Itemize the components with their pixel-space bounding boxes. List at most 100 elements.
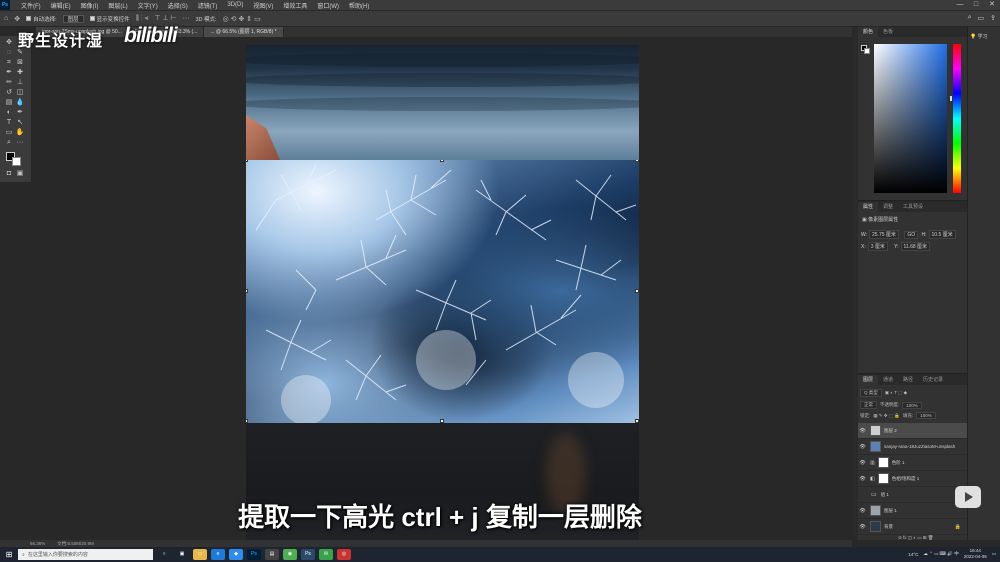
wechat-icon[interactable]: ✉	[319, 549, 333, 560]
3d-mode-icons[interactable]: ◎ ⟲ ✥ ⇕ ▭	[223, 15, 261, 23]
eye-icon[interactable]: 👁	[858, 476, 867, 482]
workspace-icon[interactable]: ▭	[978, 14, 985, 22]
h-field[interactable]: 10.5 厘米	[928, 230, 956, 239]
menu-layer[interactable]: 图层(L)	[103, 1, 132, 10]
history-brush-icon[interactable]: ↺	[4, 88, 14, 98]
doc-tab-3[interactable]: ... @ 66.5% (图层 1, RGB/8) *	[204, 27, 284, 37]
windows-start-icon[interactable]: ⊞	[0, 550, 18, 559]
tab-swatches[interactable]: 色板	[878, 27, 898, 37]
gradient-tool-icon[interactable]: ▤	[4, 98, 14, 108]
eraser-tool-icon[interactable]: ◫	[15, 88, 25, 98]
tab-layers[interactable]: 图层	[858, 375, 879, 385]
dodge-tool-icon[interactable]: ◐	[4, 108, 14, 118]
healing-brush-icon[interactable]: ✚	[15, 68, 25, 78]
eye-icon[interactable]: 👁	[858, 428, 867, 434]
frame-tool-icon[interactable]: ⊠	[15, 58, 25, 68]
tab-adjustments[interactable]: 调整	[878, 202, 898, 212]
fill-field[interactable]: 100%	[916, 412, 936, 419]
more-tools-icon[interactable]: ···	[15, 138, 25, 148]
menu-3d[interactable]: 3D(D)	[222, 2, 248, 8]
layer-row[interactable]: 👁 sanjay-rana-18JuzZiasoM-unsplash	[858, 439, 967, 455]
eyedropper-tool-icon[interactable]: ✒	[4, 68, 14, 78]
color-field[interactable]	[874, 44, 947, 193]
search-icon[interactable]: ⌕	[968, 14, 972, 22]
layer-row[interactable]: 👁 图层 2	[858, 423, 967, 439]
transform-handle[interactable]	[635, 289, 639, 293]
rectangle-tool-icon[interactable]: ▭	[4, 128, 14, 138]
layer-row[interactable]: 👁 ▥ 色阶 1	[858, 455, 967, 471]
close-button[interactable]: ✕	[984, 0, 1000, 10]
transform-handle[interactable]	[246, 289, 248, 293]
blend-mode-dropdown[interactable]: 正常	[860, 401, 877, 409]
more-options-icon[interactable]: ···	[183, 15, 190, 22]
auto-select-checkbox[interactable]: 自动选择:	[26, 15, 57, 23]
app-icon[interactable]: ◆	[229, 549, 243, 560]
app-icon[interactable]: ◎	[337, 549, 351, 560]
menu-help[interactable]: 帮助(H)	[344, 1, 374, 10]
menu-file[interactable]: 文件(F)	[16, 1, 46, 10]
move-tool-icon[interactable]: ✥	[14, 15, 20, 23]
menu-plugins[interactable]: 增效工具	[278, 1, 312, 10]
layer-filter-dropdown[interactable]: Q 类型	[860, 389, 882, 397]
layer-row[interactable]: 👁 背景 🔒	[858, 519, 967, 535]
tab-tool-presets[interactable]: 工具预设	[898, 202, 928, 212]
menu-filter[interactable]: 滤镜(T)	[193, 1, 223, 10]
layer-row[interactable]: ▭ 组 1	[858, 487, 967, 503]
photoshop-taskbar-icon-2[interactable]: Ps	[301, 549, 315, 560]
brush-tool-icon[interactable]: ✏	[4, 78, 14, 88]
quick-mask-icon[interactable]: ◘	[4, 169, 14, 179]
zoom-tool-icon[interactable]: ⌕	[4, 138, 14, 148]
type-tool-icon[interactable]: T	[4, 118, 14, 128]
tab-channels[interactable]: 通道	[878, 375, 898, 385]
app-icon[interactable]: ▤	[265, 549, 279, 560]
x-field[interactable]: 3 厘米	[867, 242, 888, 251]
edge-icon[interactable]: e	[211, 549, 225, 560]
eye-icon[interactable]: 👁	[858, 508, 867, 514]
transform-handle[interactable]	[635, 160, 639, 162]
menu-image[interactable]: 图像(I)	[76, 1, 104, 10]
share-icon[interactable]: ⇪	[990, 14, 996, 22]
pen-tool-icon[interactable]: ✒	[15, 108, 25, 118]
w-field[interactable]: 25.75 厘米	[869, 230, 899, 239]
maximize-button[interactable]: □	[968, 0, 984, 10]
transform-handle[interactable]	[246, 160, 248, 162]
zoom-level[interactable]: 66.36%	[30, 541, 45, 546]
align-icons[interactable]: ⫼ ⫶ ⫷ ⊤ ⊥ ⊢	[136, 14, 177, 23]
tab-color[interactable]: 颜色	[858, 27, 879, 37]
menu-select[interactable]: 选择(S)	[163, 1, 193, 10]
blur-tool-icon[interactable]: 💧	[15, 98, 25, 108]
lock-icons[interactable]: ▦ ✎ ✥ ⬚ 🔒	[873, 413, 900, 419]
screen-mode-icon[interactable]: ▣	[15, 169, 25, 179]
notification-icon[interactable]: ▭	[992, 551, 996, 557]
canvas-image-frost[interactable]	[246, 160, 639, 423]
filter-icons[interactable]: ▣ ◐ T ⬚ ◆	[885, 390, 907, 396]
file-explorer-icon[interactable]: ▭	[193, 549, 207, 560]
eye-icon[interactable]: 👁	[858, 444, 867, 450]
hand-tool-icon[interactable]: ✋	[15, 128, 25, 138]
minimize-button[interactable]: —	[952, 0, 968, 10]
home-icon[interactable]: ⌂	[4, 15, 8, 22]
menu-view[interactable]: 视图(V)	[248, 1, 278, 10]
menu-window[interactable]: 窗口(W)	[312, 1, 344, 10]
stamp-tool-icon[interactable]: ⊥	[15, 78, 25, 88]
learn-button[interactable]: 💡 学习	[970, 33, 988, 40]
link-toggle[interactable]: GO	[904, 231, 919, 239]
tray-icons[interactable]: ☁ ⌃ ▭ ⌨ 🔊 中	[923, 551, 958, 557]
eye-icon[interactable]: 👁	[858, 460, 867, 466]
hue-slider[interactable]	[953, 44, 961, 193]
eye-icon[interactable]: 👁	[858, 524, 867, 530]
taskbar-search-box[interactable]: ⌕ 在这里输入你要搜索的内容	[18, 549, 153, 560]
auto-select-dropdown[interactable]: 图层	[62, 14, 84, 23]
tab-properties[interactable]: 属性	[858, 202, 879, 212]
y-field[interactable]: 11.68 厘米	[900, 242, 931, 251]
layer-row[interactable]: 👁 图层 1	[858, 503, 967, 519]
layer-row[interactable]: 👁 ◧ 色相/饱和度 1	[858, 471, 967, 487]
chrome-icon[interactable]: ◉	[283, 549, 297, 560]
background-color-swatch[interactable]	[12, 157, 21, 166]
panel-background-swatch[interactable]	[864, 48, 870, 54]
tab-paths[interactable]: 路径	[898, 375, 918, 385]
move-tool-icon[interactable]: ✥	[4, 38, 14, 48]
lasso-tool-icon[interactable]: ◌	[4, 48, 14, 58]
clock[interactable]: 16:44 2022-04-06	[964, 548, 987, 560]
opacity-field[interactable]: 100%	[902, 401, 922, 409]
